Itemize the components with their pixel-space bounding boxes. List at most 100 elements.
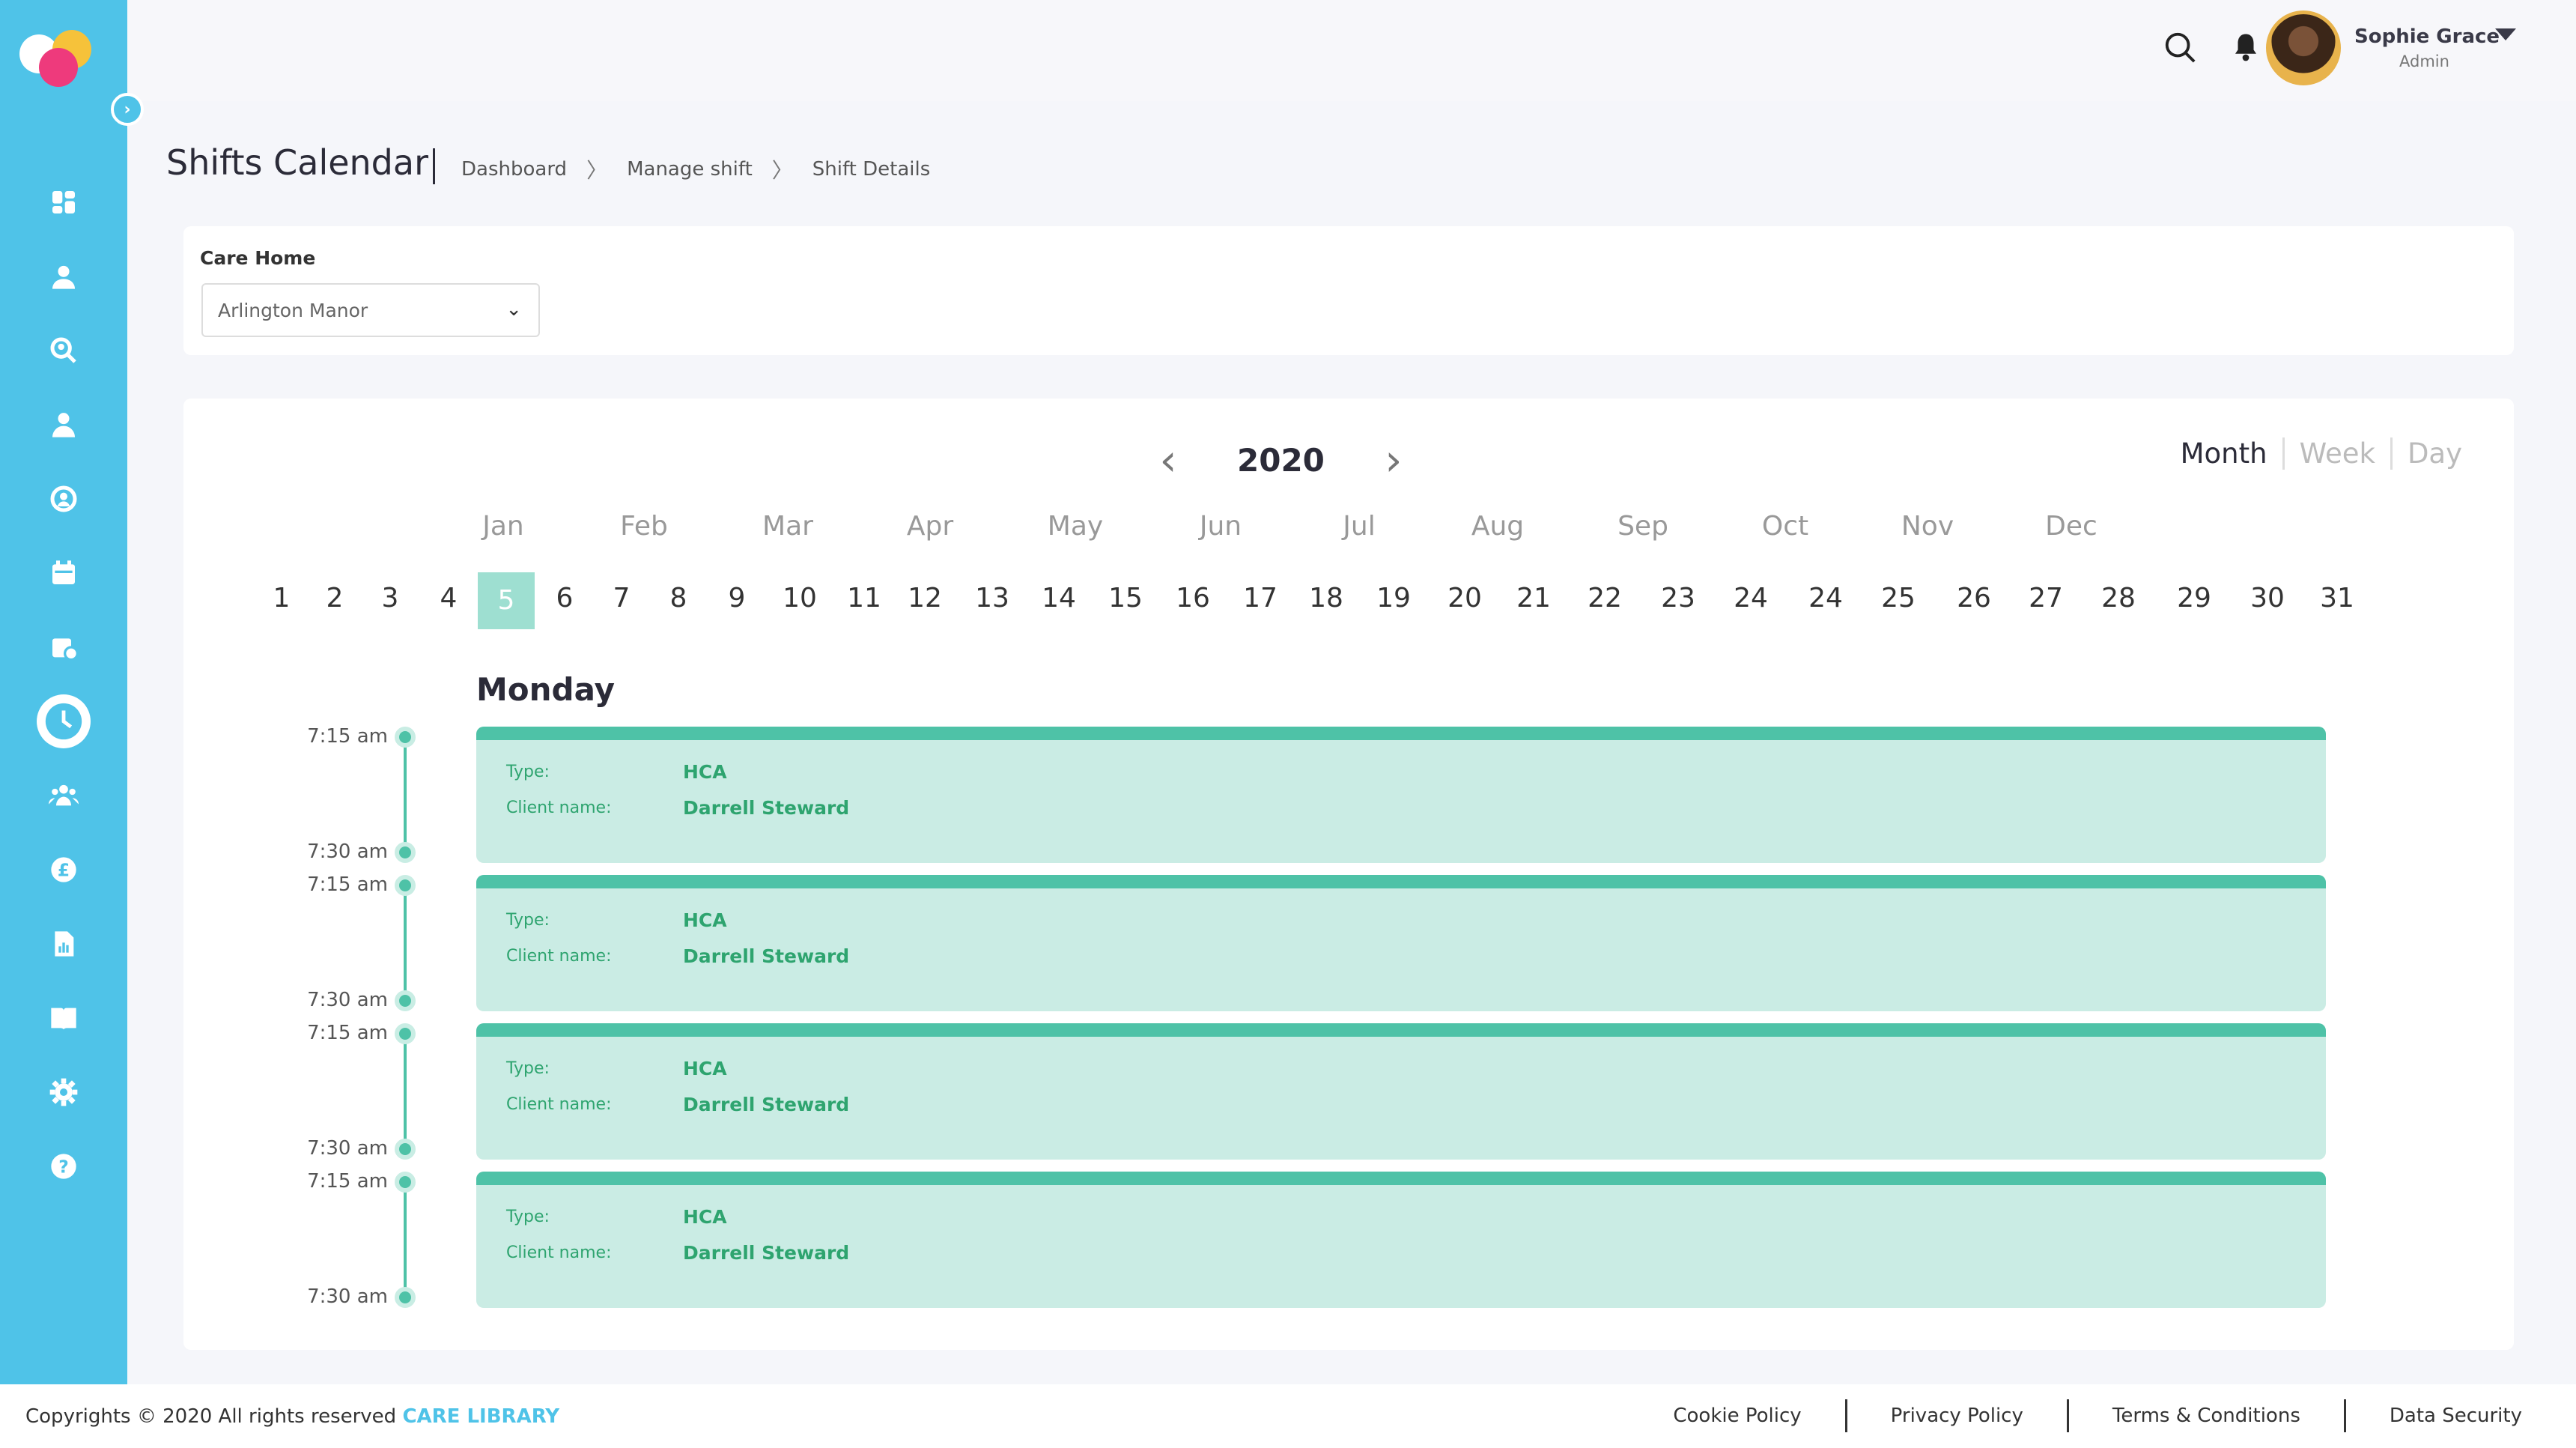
day-cell[interactable]: 20 [1448, 583, 1482, 614]
sidebar-item-search-users[interactable] [0, 313, 127, 387]
shift-card[interactable]: Type: HCA Client name: Darrell Steward [476, 1172, 2326, 1308]
search-user-icon [47, 334, 80, 367]
day-cell[interactable]: 19 [1376, 583, 1411, 614]
day-cell[interactable]: 16 [1176, 583, 1210, 614]
shift-end-time: 7:30 am [307, 1137, 388, 1160]
day-cell[interactable]: 27 [2029, 583, 2063, 614]
shift-client-value: Darrell Steward [683, 1094, 850, 1115]
avatar[interactable] [2266, 10, 2341, 85]
day-cell[interactable]: 22 [1588, 583, 1622, 614]
timeline-dot [395, 1172, 416, 1193]
user-menu-caret-icon[interactable] [2495, 28, 2516, 40]
prev-year-button[interactable]: ‹ [1153, 437, 1183, 482]
day-cell[interactable]: 1 [273, 583, 291, 614]
sidebar-item-calendar[interactable] [0, 536, 127, 610]
page-title: Shifts Calendar [166, 142, 428, 183]
sidebar-item-users[interactable] [0, 239, 127, 313]
sidebar-item-schedule[interactable] [0, 610, 127, 684]
month-oct[interactable]: Oct [1762, 511, 1808, 542]
day-cell[interactable]: 9 [729, 583, 746, 614]
svg-text:£: £ [58, 859, 70, 880]
footer-links: Cookie Policy Privacy Policy Terms & Con… [1673, 1399, 2522, 1432]
day-cell[interactable]: 28 [2101, 583, 2136, 614]
month-nov[interactable]: Nov [1901, 511, 1954, 542]
shift-card[interactable]: Type: HCA Client name: Darrell Steward [476, 727, 2326, 863]
shift-card[interactable]: Type: HCA Client name: Darrell Steward [476, 875, 2326, 1011]
shift-card[interactable]: Type: HCA Client name: Darrell Steward [476, 1023, 2326, 1160]
breadcrumb-dashboard[interactable]: Dashboard [461, 158, 567, 181]
day-cell[interactable]: 21 [1516, 583, 1551, 614]
sidebar-item-dashboard[interactable] [0, 165, 127, 239]
day-cell[interactable]: 12 [908, 583, 942, 614]
sidebar-item-settings[interactable] [0, 1055, 127, 1129]
breadcrumb-manage-shift[interactable]: Manage shift [627, 158, 753, 181]
title-divider [433, 148, 435, 184]
shift-type-label: Type: [506, 1208, 550, 1226]
sidebar-item-team[interactable] [0, 758, 127, 832]
day-cell[interactable]: 23 [1661, 583, 1695, 614]
sidebar-item-library[interactable] [0, 981, 127, 1055]
data-security-link[interactable]: Data Security [2390, 1405, 2522, 1427]
day-cell[interactable]: 25 [1881, 583, 1916, 614]
user-name[interactable]: Sophie Grace [2354, 25, 2500, 48]
terms-link[interactable]: Terms & Conditions [2112, 1405, 2300, 1427]
month-dec[interactable]: Dec [2045, 511, 2097, 542]
day-cell[interactable]: 24 [1734, 583, 1768, 614]
month-apr[interactable]: Apr [907, 511, 953, 542]
day-cell[interactable]: 2 [326, 583, 344, 614]
sidebar-nav: £ ? [0, 165, 127, 1203]
sidebar-item-payments[interactable]: £ [0, 832, 127, 906]
month-jun[interactable]: Jun [1200, 511, 1242, 542]
timeline-line [404, 737, 407, 852]
day-cell[interactable]: 6 [556, 583, 574, 614]
day-cell[interactable]: 26 [1957, 583, 1991, 614]
care-home-select[interactable]: Arlington Manor ⌄ [201, 283, 540, 337]
view-week-tab[interactable]: Week [2282, 437, 2390, 470]
month-jan[interactable]: Jan [482, 511, 524, 542]
sidebar-item-profile-settings[interactable] [0, 461, 127, 536]
day-cell[interactable]: 29 [2177, 583, 2211, 614]
shift-client-label: Client name: [506, 799, 612, 817]
day-cell[interactable]: 8 [670, 583, 687, 614]
month-mar[interactable]: Mar [762, 511, 813, 542]
day-cell[interactable]: 18 [1309, 583, 1343, 614]
day-cell[interactable]: 4 [440, 583, 458, 614]
day-cell[interactable]: 11 [847, 583, 881, 614]
day-cell[interactable]: 24 [1808, 583, 1843, 614]
sidebar-item-reports[interactable] [0, 906, 127, 981]
shift-client-label: Client name: [506, 1095, 612, 1114]
month-may[interactable]: May [1048, 511, 1103, 542]
month-sep[interactable]: Sep [1617, 511, 1668, 542]
brand-link[interactable]: CARE LIBRARY [402, 1405, 559, 1428]
sidebar-toggle-button[interactable]: › [111, 93, 144, 126]
app-logo[interactable] [16, 27, 99, 94]
day-cell[interactable]: 14 [1042, 583, 1076, 614]
day-of-week-heading: Monday [476, 671, 616, 708]
clock-icon [37, 694, 91, 748]
day-cell[interactable]: 30 [2250, 583, 2285, 614]
sidebar-item-shifts[interactable] [0, 684, 127, 758]
day-selected[interactable]: 5 [478, 572, 535, 629]
bell-icon[interactable] [2230, 31, 2261, 66]
day-cell[interactable]: 17 [1243, 583, 1278, 614]
cookie-policy-link[interactable]: Cookie Policy [1673, 1405, 1801, 1427]
search-icon[interactable] [2163, 30, 2197, 67]
sidebar-item-help[interactable]: ? [0, 1129, 127, 1203]
day-cell[interactable]: 13 [975, 583, 1009, 614]
sidebar-item-staff[interactable] [0, 387, 127, 461]
next-year-button[interactable]: › [1379, 437, 1409, 482]
view-day-tab[interactable]: Day [2390, 437, 2477, 470]
month-jul[interactable]: Jul [1343, 511, 1375, 542]
day-cell[interactable]: 15 [1108, 583, 1143, 614]
day-cell[interactable]: 7 [613, 583, 631, 614]
privacy-policy-link[interactable]: Privacy Policy [1891, 1405, 2023, 1427]
day-cell[interactable]: 3 [382, 583, 399, 614]
timeline-dot [395, 1023, 416, 1044]
view-month-tab[interactable]: Month [2181, 437, 2282, 470]
chevron-down-icon: ⌄ [505, 298, 522, 321]
month-aug[interactable]: Aug [1471, 511, 1524, 542]
day-cell[interactable]: 31 [2320, 583, 2354, 614]
shift-client-value: Darrell Steward [683, 1242, 850, 1264]
day-cell[interactable]: 10 [783, 583, 817, 614]
month-feb[interactable]: Feb [620, 511, 668, 542]
